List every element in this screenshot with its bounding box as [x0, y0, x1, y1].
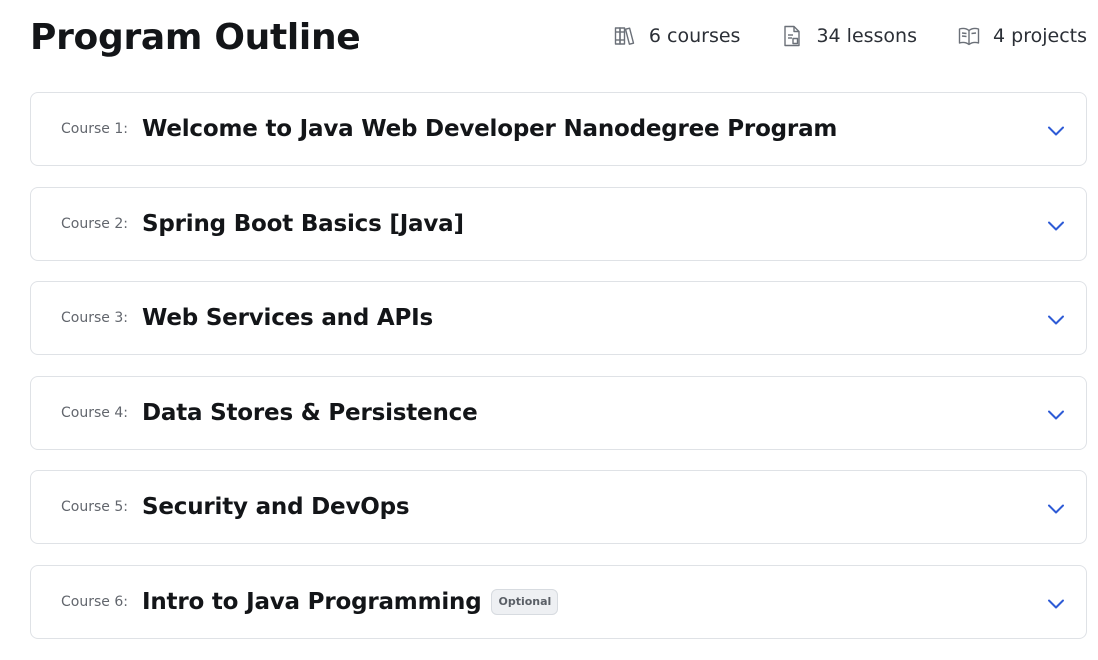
course-number: Course 4:: [61, 404, 128, 421]
chevron-down-icon[interactable]: [1046, 405, 1066, 425]
stat-courses: 6 courses: [613, 24, 741, 48]
optional-badge: Optional: [491, 588, 559, 615]
course-title: Intro to Java Programming Optional: [142, 588, 559, 615]
course-number: Course 5:: [61, 499, 128, 516]
course-card-6[interactable]: Course 6: Intro to Java Programming Optio…: [30, 564, 1087, 639]
course-title-text: Security and DevOps: [142, 494, 410, 521]
course-number: Course 1:: [61, 121, 128, 137]
course-list: Course 1: Welcome to Java Web Developer …: [30, 92, 1087, 660]
chevron-down-icon[interactable]: [1046, 594, 1066, 614]
lesson-document-icon: [780, 24, 804, 48]
stat-lessons-label: 34 lessons: [816, 25, 918, 47]
open-book-icon: [957, 24, 981, 48]
course-number: Course 2:: [61, 215, 128, 232]
course-title-text: Data Stores & Persistence: [142, 399, 478, 426]
course-card-4[interactable]: Course 4: Data Stores & Persistence: [30, 375, 1087, 450]
course-card-3[interactable]: Course 3: Web Services and APIs: [30, 281, 1087, 356]
library-books-icon: [613, 24, 637, 48]
stat-courses-label: 6 courses: [648, 25, 741, 47]
chevron-down-icon[interactable]: [1046, 121, 1066, 141]
chevron-down-icon[interactable]: [1046, 499, 1066, 519]
course-number: Course 6:: [61, 593, 128, 610]
stat-lessons: 34 lessons: [780, 24, 917, 48]
chevron-down-icon[interactable]: [1046, 310, 1066, 330]
course-title: Web Services and APIs: [142, 305, 433, 331]
page-title: Program Outline: [30, 17, 361, 58]
course-title-text: Web Services and APIs: [142, 305, 434, 332]
chevron-down-icon[interactable]: [1046, 216, 1066, 236]
stat-projects-label: 4 projects: [993, 25, 1087, 47]
course-title: Welcome to Java Web Developer Nanodegree…: [142, 116, 837, 142]
course-card-1[interactable]: Course 1: Welcome to Java Web Developer …: [30, 92, 1087, 166]
course-title-text: Intro to Java Programming: [142, 588, 482, 615]
course-card-2[interactable]: Course 2: Spring Boot Basics [Java]: [30, 186, 1087, 261]
course-card-5[interactable]: Course 5: Security and DevOps: [30, 470, 1087, 545]
course-title-text: Spring Boot Basics [Java]: [142, 210, 464, 237]
course-title: Security and DevOps: [142, 494, 410, 521]
course-title: Data Stores & Persistence: [142, 399, 478, 426]
course-title-text: Welcome to Java Web Developer Nanodegree…: [142, 116, 838, 142]
program-outline-header: Program Outline 6 courses 34 lessons 4 p…: [30, 14, 1087, 64]
stat-projects: 4 projects: [957, 24, 1087, 48]
course-title: Spring Boot Basics [Java]: [142, 211, 464, 237]
program-stats: 6 courses 34 lessons 4 projects: [613, 22, 1087, 50]
course-number: Course 3:: [61, 310, 128, 327]
